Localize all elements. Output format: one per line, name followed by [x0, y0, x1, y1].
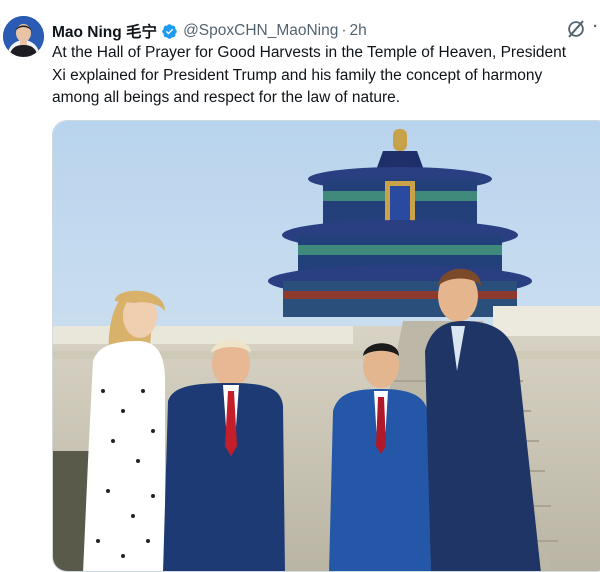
tweet-text: At the Hall of Prayer for Good Harvests …: [52, 42, 600, 110]
verified-badge-icon: [161, 23, 178, 40]
tweet-photo[interactable]: [52, 120, 600, 572]
tweet-text-line: At the Hall of Prayer for Good Harvests …: [52, 44, 567, 61]
avatar[interactable]: [3, 16, 44, 57]
grok-icon[interactable]: [565, 18, 587, 40]
author-name[interactable]: Mao Ning 毛宁: [52, 20, 157, 42]
separator-dot: ·: [341, 22, 347, 39]
author-handle[interactable]: @SpoxCHN_MaoNing: [183, 22, 338, 40]
tweet-header: Mao Ning 毛宁 @SpoxCHN_MaoNing · 2h: [52, 20, 367, 42]
more-options-icon[interactable]: ·: [593, 16, 600, 38]
timestamp[interactable]: 2h: [350, 22, 367, 40]
tweet-text-line: Xi explained for President Trump and his…: [52, 66, 543, 84]
tweet-text-line: among all beings and respect for the law…: [52, 89, 401, 106]
